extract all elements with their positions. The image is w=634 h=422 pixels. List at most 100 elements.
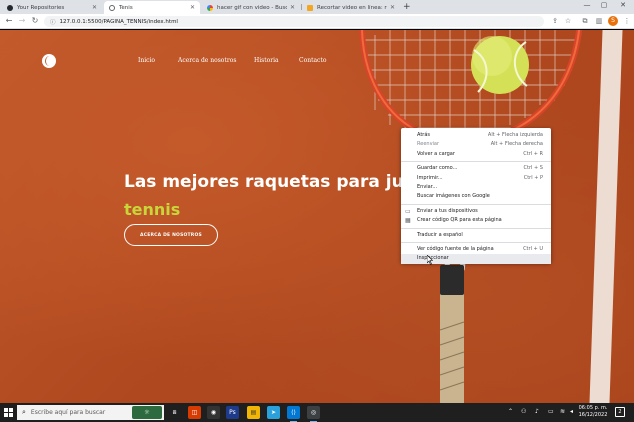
tab-recortar-video[interactable]: Recortar video en línea: recorte videos …: [302, 1, 400, 14]
page-favicon-icon: [109, 4, 115, 11]
menu-item-label: Imprimir...: [417, 174, 443, 181]
menu-item-label: Traducir a español: [417, 231, 463, 238]
menu-item-print[interactable]: Imprimir... Ctrl + P: [401, 174, 551, 183]
people-icon[interactable]: ⚇: [521, 408, 526, 415]
notifications-icon[interactable]: 2: [615, 407, 625, 417]
menu-kebab-icon[interactable]: ⋮: [622, 17, 632, 25]
menu-item-translate[interactable]: Traducir a español: [401, 231, 551, 240]
nav-link-inicio[interactable]: Inicio: [138, 57, 155, 64]
close-tab-icon[interactable]: ✕: [190, 4, 195, 11]
qr-code-icon: ▦: [405, 217, 411, 225]
context-menu: Atrás Alt + Flecha izquierda Reenviar Al…: [401, 128, 551, 264]
close-tab-icon[interactable]: ✕: [92, 4, 97, 11]
tab-title: Your Repositories: [17, 4, 65, 11]
nav-link-contacto[interactable]: Contacto: [299, 57, 326, 64]
extensions-icon[interactable]: ⧉: [580, 17, 590, 26]
menu-separator: [401, 161, 551, 163]
menu-item-reload[interactable]: Volver a cargar Ctrl + R: [401, 150, 551, 159]
menu-item-search-images[interactable]: Buscar imágenes con Google: [401, 192, 551, 201]
menu-item-inspect[interactable]: Inspeccionar: [401, 254, 551, 264]
clock-date: 16/12/2022: [578, 412, 608, 418]
windows-start-icon[interactable]: [4, 408, 13, 417]
volume-icon[interactable]: ◂: [570, 408, 573, 415]
weather-widget-icon[interactable]: ☼: [132, 406, 162, 419]
office-icon[interactable]: ◫: [188, 406, 201, 419]
menu-item-view-source[interactable]: Ver código fuente de la página Ctrl + U: [401, 245, 551, 254]
hero-accent-text: tennis: [124, 200, 181, 219]
github-favicon-icon: [7, 4, 13, 11]
file-explorer-icon[interactable]: ▤: [247, 406, 260, 419]
back-icon[interactable]: ←: [4, 16, 14, 25]
about-us-button[interactable]: ACERCA DE NOSOTROS: [124, 224, 218, 246]
forward-icon[interactable]: →: [17, 16, 27, 25]
task-view-icon[interactable]: ⧈: [168, 406, 181, 419]
vscode-icon[interactable]: ⟨⟩: [287, 406, 300, 422]
site-logo-icon[interactable]: [42, 54, 56, 68]
minimize-icon[interactable]: —: [580, 1, 594, 9]
menu-item-cast[interactable]: Enviar...: [401, 183, 551, 192]
menu-item-shortcut: Ctrl + U: [523, 245, 543, 252]
reload-icon[interactable]: ↻: [30, 16, 40, 25]
telegram-icon[interactable]: ➤: [267, 406, 280, 419]
menu-item-shortcut: Alt + Flecha derecha: [490, 141, 543, 148]
tab-title: hacer gif con video - Buscar con Google: [217, 4, 287, 11]
chrome-icon[interactable]: ◎: [307, 406, 320, 422]
bookmark-star-icon[interactable]: ☆: [563, 17, 573, 25]
browser-tab-strip: Your Repositories ✕ Tenis ✕ hacer gif co…: [0, 0, 634, 14]
site-info-icon[interactable]: ⓘ: [50, 18, 56, 26]
menu-item-label: Volver a cargar: [417, 150, 455, 157]
share-icon[interactable]: ⇪: [550, 17, 560, 25]
menu-item-label: Enviar a tus dispositivos: [417, 207, 478, 214]
menu-item-send-to-devices[interactable]: ▭ Enviar a tus dispositivos: [401, 207, 551, 216]
new-tab-button[interactable]: +: [403, 2, 411, 12]
menu-item-label: Reenviar: [417, 141, 440, 148]
wifi-icon[interactable]: ≋: [560, 408, 565, 415]
close-tab-icon[interactable]: ✕: [390, 4, 395, 11]
menu-separator: [401, 227, 551, 229]
menu-item-label: Enviar...: [417, 183, 438, 190]
close-tab-icon[interactable]: ✕: [290, 4, 295, 11]
menu-item-label: Ver código fuente de la página: [417, 245, 494, 252]
hero-title: Las mejores raquetas para jug: [124, 172, 416, 192]
menu-item-save-as[interactable]: Guardar como... Ctrl + S: [401, 164, 551, 173]
photoshop-icon[interactable]: Ps: [226, 406, 239, 419]
url-text: 127.0.0.1:5500/PAGINA_TENNIS/index.html: [59, 18, 178, 25]
menu-item-shortcut: Ctrl + P: [523, 174, 543, 181]
tab-title: Recortar video en línea: recorte videos: [317, 4, 387, 11]
tab-tenis[interactable]: Tenis ✕: [104, 1, 200, 14]
menu-item-shortcut: Ctrl + R: [523, 150, 543, 157]
menu-item-shortcut: Alt + Flecha izquierda: [487, 132, 543, 138]
menu-item-back[interactable]: Atrás Alt + Flecha izquierda: [401, 131, 551, 140]
battery-icon[interactable]: ▭: [548, 408, 554, 415]
search-placeholder: Escribe aquí para buscar: [30, 409, 106, 416]
menu-separator: [401, 203, 551, 205]
menu-item-label: Guardar como...: [417, 165, 458, 172]
video-favicon-icon: [307, 4, 313, 11]
menu-separator: [401, 241, 551, 243]
close-window-icon[interactable]: ✕: [616, 1, 630, 9]
nav-link-acerca[interactable]: Acerca de nosotros: [178, 57, 236, 64]
menu-item-label: Atrás: [417, 132, 431, 138]
menu-item-forward[interactable]: Reenviar Alt + Flecha derecha: [401, 140, 551, 149]
clock-time: 06:05 p. m.: [578, 405, 608, 411]
menu-item-qr-code[interactable]: ▦ Crear código QR para esta página: [401, 216, 551, 225]
tab-your-repositories[interactable]: Your Repositories ✕: [2, 1, 102, 14]
mouse-cursor-icon: [427, 255, 433, 265]
maximize-icon[interactable]: ▢: [597, 1, 611, 9]
browser-toolbar: ← → ↻ ⓘ 127.0.0.1:5500/PAGINA_TENNIS/ind…: [0, 14, 634, 29]
tab-google-search[interactable]: hacer gif con video - Buscar con Google …: [202, 1, 300, 14]
menu-item-label: Crear código QR para esta página: [417, 217, 502, 224]
tab-title: Tenis: [119, 4, 133, 11]
address-bar[interactable]: ⓘ 127.0.0.1:5500/PAGINA_TENNIS/index.htm…: [44, 16, 544, 27]
tray-chevron-icon[interactable]: ⌃: [508, 408, 513, 415]
screen-recorder-icon[interactable]: ◉: [207, 406, 220, 419]
profile-avatar[interactable]: S: [608, 16, 618, 26]
menu-item-shortcut: Ctrl + S: [523, 165, 543, 172]
side-panel-icon[interactable]: ▥: [594, 17, 604, 25]
google-favicon-icon: [207, 4, 213, 11]
devices-icon: ▭: [405, 207, 411, 215]
microphone-icon[interactable]: ♪: [535, 408, 539, 415]
taskbar-clock[interactable]: 06:05 p. m. 16/12/2022: [578, 405, 608, 419]
nav-link-historia[interactable]: Historia: [254, 57, 279, 64]
menu-item-label: Buscar imágenes con Google: [417, 193, 490, 200]
